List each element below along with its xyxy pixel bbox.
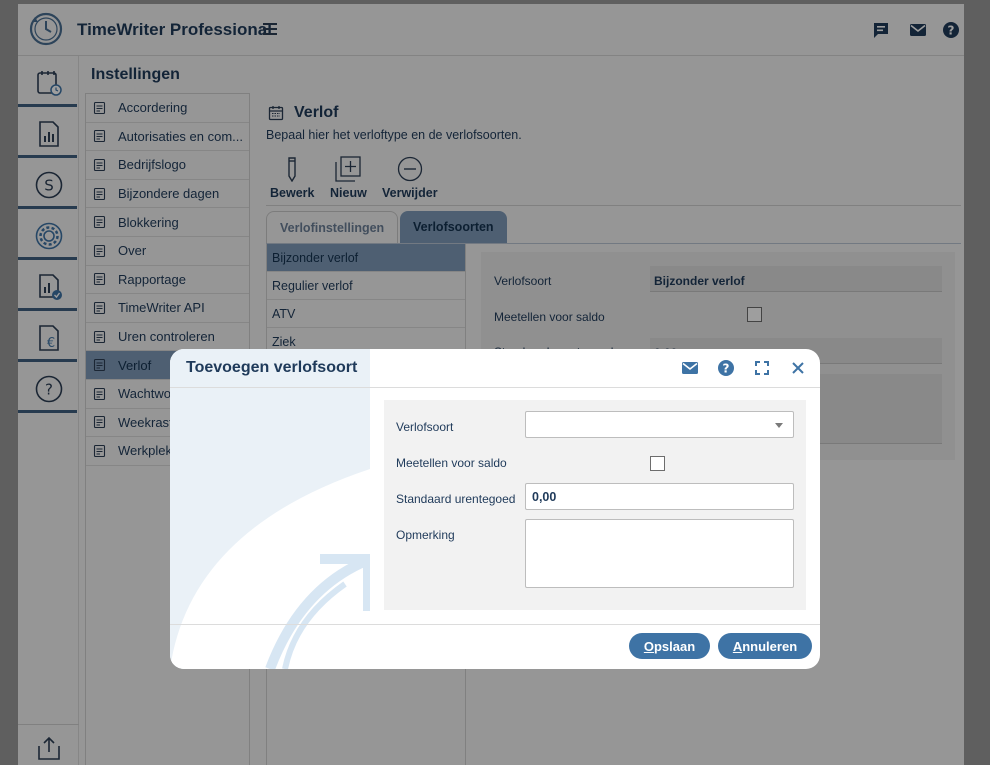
cancel-button[interactable]: Annuleren <box>718 633 812 659</box>
button-text-rest: nnuleren <box>742 638 798 654</box>
accesskey-letter: O <box>643 638 654 654</box>
save-button[interactable]: Opslaan <box>629 633 710 659</box>
dialog-footer-divider <box>170 624 820 625</box>
close-icon[interactable] <box>789 359 807 377</box>
chevron-down-icon <box>775 423 783 428</box>
button-text-rest: pslaan <box>653 638 696 654</box>
dialog-decoration <box>170 349 370 669</box>
type-label: Verlofsoort <box>396 420 454 434</box>
arrow-decoration-icon <box>170 349 370 669</box>
dialog-header-divider <box>170 387 820 388</box>
svg-text:?: ? <box>723 362 730 376</box>
type-select[interactable] <box>525 411 794 438</box>
count-checkbox[interactable] <box>650 456 665 471</box>
hours-label: Standaard urentegoed <box>396 492 516 506</box>
maximize-icon[interactable] <box>753 359 771 377</box>
accesskey-letter: A <box>732 638 743 654</box>
mail-icon[interactable] <box>681 359 699 377</box>
hours-input[interactable]: 0,00 <box>525 483 794 510</box>
remark-textarea[interactable] <box>525 519 794 588</box>
dialog-title: Toevoegen verlofsoort <box>186 359 358 376</box>
count-label: Meetellen voor saldo <box>396 456 507 470</box>
help-icon[interactable]: ? <box>717 359 735 377</box>
dialog-form: Verlofsoort Meetellen voor saldo Standaa… <box>384 400 806 610</box>
remark-label: Opmerking <box>396 528 455 542</box>
add-leave-type-dialog: Toevoegen verlofsoort ? Verlofsoort Meet… <box>170 349 820 669</box>
